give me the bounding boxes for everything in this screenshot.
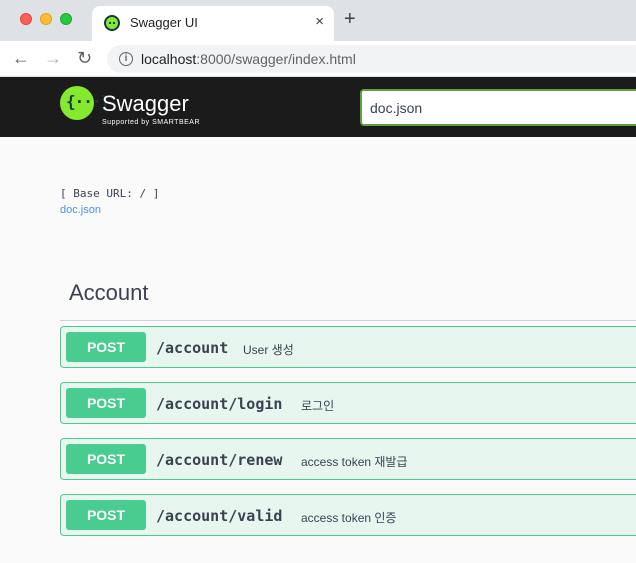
operation-summary: access token 인증 — [301, 511, 397, 525]
forward-arrow-icon[interactable]: → — [44, 47, 62, 69]
url-host: localhost — [141, 51, 197, 67]
operation-summary: 로그인 — [301, 399, 335, 413]
operation-path: /account — [156, 339, 229, 357]
swagger-favicon-icon — [104, 15, 120, 31]
address-bar[interactable]: i localhost:8000/swagger/index.html — [107, 45, 636, 73]
tab-close-icon[interactable]: × — [315, 13, 324, 30]
browser-tabstrip: Swagger UI × + — [0, 0, 636, 41]
spec-link[interactable]: doc.json — [60, 204, 159, 216]
swagger-topbar: {···} Swagger Supported by SMARTBEAR — [0, 77, 636, 137]
operation-path: /account/login — [156, 395, 283, 413]
method-badge: POST — [66, 500, 146, 530]
url-text: localhost:8000/swagger/index.html — [141, 51, 356, 67]
window-zoom-button[interactable] — [60, 13, 72, 25]
tab-title: Swagger UI — [130, 15, 198, 30]
operation-row[interactable]: POST /account/renew access token 재발급 — [60, 438, 636, 480]
method-badge: POST — [66, 444, 146, 474]
tag-section-title[interactable]: Account — [69, 280, 149, 306]
method-badge: POST — [66, 332, 146, 362]
window-minimize-button[interactable] — [40, 13, 52, 25]
browser-tab[interactable]: Swagger UI × — [92, 6, 334, 41]
spec-url-input[interactable] — [362, 91, 636, 124]
site-info-icon[interactable]: i — [119, 52, 133, 66]
back-arrow-icon[interactable]: ← — [12, 47, 30, 69]
operation-summary: access token 재발급 — [301, 455, 408, 469]
reload-icon[interactable]: ↻ — [77, 47, 92, 69]
base-url: [ Base URL: / ] — [60, 187, 160, 200]
operation-path: /account/renew — [156, 451, 283, 469]
swagger-logo-icon[interactable]: {···} — [60, 86, 110, 120]
browser-toolbar: ← → ↻ i localhost:8000/swagger/index.htm… — [0, 41, 636, 77]
operation-row[interactable]: POST /account/login 로그인 — [60, 382, 636, 424]
api-info: [ Base URL: / ] doc.json — [60, 187, 159, 216]
section-divider — [60, 320, 636, 321]
window-close-button[interactable] — [20, 13, 32, 25]
swagger-logo-text: Swagger — [102, 91, 189, 116]
spec-url-box — [360, 89, 636, 126]
new-tab-button[interactable]: + — [344, 9, 356, 29]
operation-row[interactable]: POST /account User 생성 — [60, 326, 636, 368]
url-path: :8000/swagger/index.html — [196, 51, 356, 67]
smartbear-tagline: Supported by SMARTBEAR — [102, 119, 201, 126]
operation-row[interactable]: POST /account/valid access token 인증 — [60, 494, 636, 536]
operation-path: /account/valid — [156, 507, 283, 525]
operation-summary: User 생성 — [243, 343, 294, 357]
method-badge: POST — [66, 388, 146, 418]
